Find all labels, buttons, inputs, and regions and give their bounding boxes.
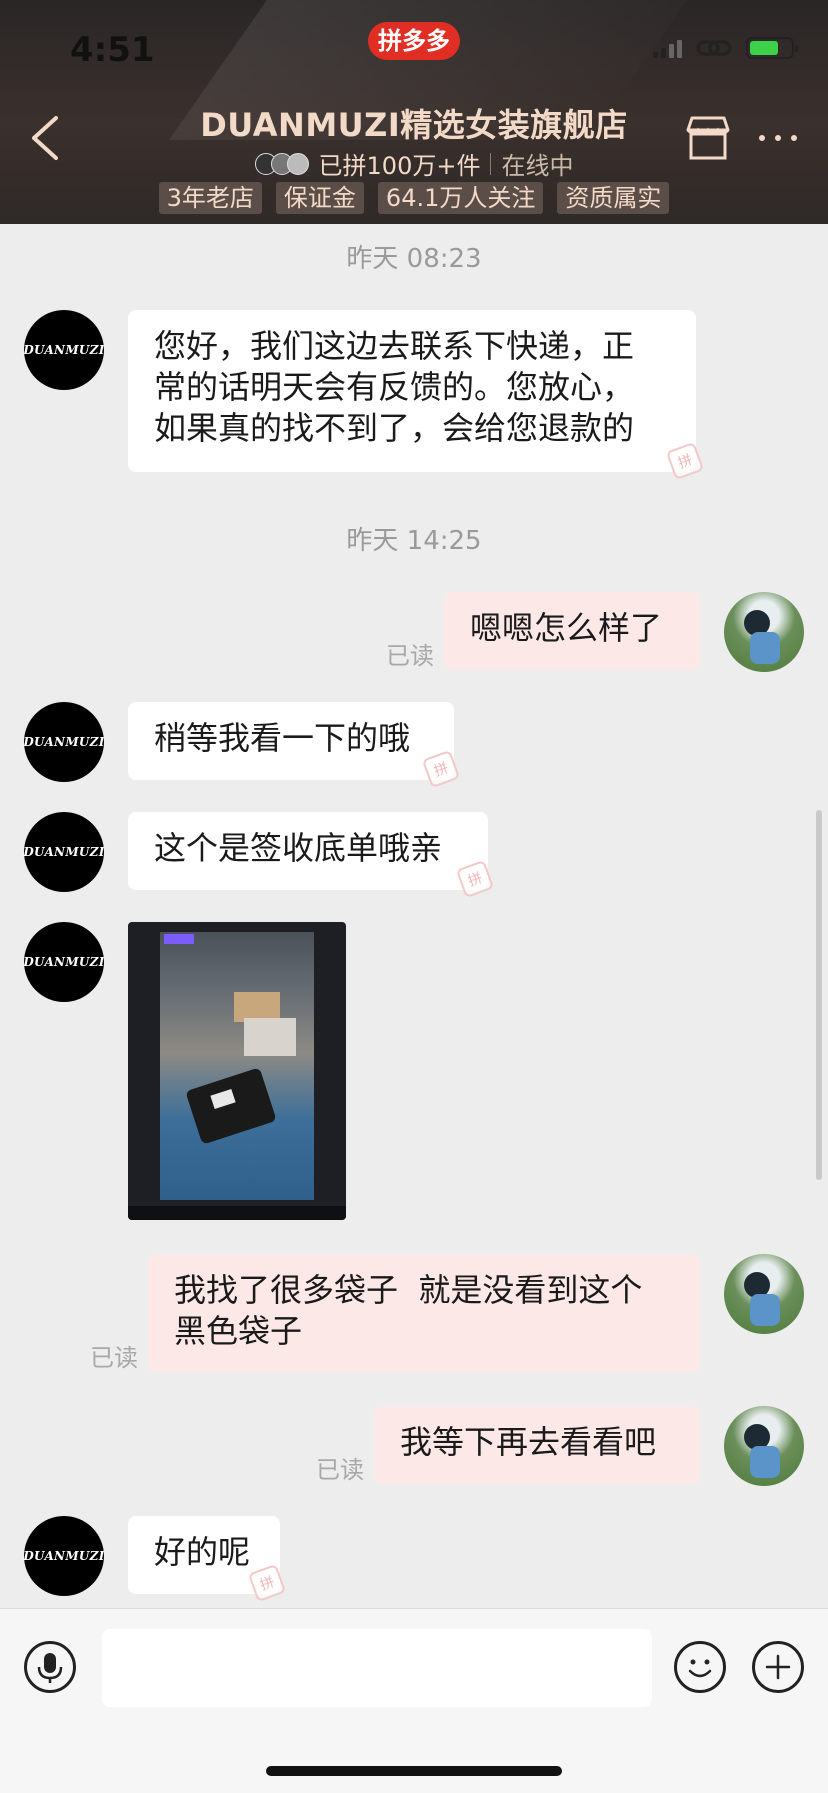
shop-avatar[interactable]: DUANMUZI [23, 922, 104, 1002]
message-bubble-shop: 您好，我们这边去联系下快递，正 常的话明天会有反馈的。您放心， 如果真的找不到了… [128, 310, 696, 472]
user-avatar[interactable] [724, 1406, 804, 1486]
buyer-avatars [254, 152, 309, 175]
tag-deposit: 保证金 [275, 182, 364, 214]
shop-avatar[interactable]: DUANMUZI [23, 1516, 104, 1596]
store-icon[interactable] [682, 112, 734, 164]
link-icon [696, 40, 732, 56]
message-bubble-shop: 这个是签收底单哦亲 [128, 812, 488, 890]
timestamp: 昨天 14:25 [346, 526, 482, 556]
shop-avatar[interactable]: DUANMUZI [23, 702, 104, 782]
message-bubble-shop: 稍等我看一下的哦 [128, 702, 454, 780]
online-status: 在线中 [501, 152, 574, 180]
home-indicator[interactable] [266, 1766, 562, 1776]
user-avatar[interactable] [724, 592, 804, 672]
user-avatar[interactable] [724, 1254, 804, 1334]
image-message[interactable] [128, 922, 346, 1220]
message-bubble-me: 嗯嗯怎么样了 [444, 592, 700, 670]
plus-icon[interactable] [752, 1641, 804, 1693]
message-input[interactable] [102, 1629, 652, 1707]
timestamp: 昨天 08:23 [346, 244, 482, 274]
tag-verified: 资质属实 [557, 182, 670, 214]
shop-tags: 3年老店 保证金 64.1万人关注 资质属实 [0, 182, 828, 214]
app-badge: 拼多多 [368, 22, 460, 60]
message-bubble-me: 我找了很多袋子 就是没看到这个 黑色袋子 [148, 1254, 700, 1372]
tag-followers: 64.1万人关注 [377, 182, 544, 214]
receipt-photo [160, 932, 314, 1200]
read-status: 已读 [316, 1456, 364, 1484]
tag-shop-age: 3年老店 [158, 182, 262, 214]
read-status: 已读 [90, 1344, 138, 1372]
shop-avatar[interactable]: DUANMUZI [23, 310, 104, 390]
emoji-icon[interactable] [674, 1641, 726, 1693]
microphone-icon[interactable] [24, 1641, 76, 1693]
divider [490, 152, 492, 175]
chat-area[interactable]: 昨天 08:23 DUANMUZI 您好，我们这边去联系下快递，正 常的话明天会… [0, 224, 828, 1608]
signal-icon [653, 38, 682, 58]
scrollbar[interactable] [816, 810, 822, 1180]
sold-count: 已拼100万+件 [318, 152, 481, 180]
message-bubble-me: 我等下再去看看吧 [374, 1406, 700, 1484]
chat-header: 4:51 拼多多 DUANMUZI精选女装旗舰店 已拼100万+件 在线中 3年… [0, 0, 828, 224]
status-icons [653, 36, 798, 60]
read-status: 已读 [386, 642, 434, 670]
more-dots-icon[interactable] [752, 112, 804, 164]
status-time: 4:51 [70, 30, 155, 70]
image-toolbar [128, 1206, 346, 1220]
shop-avatar[interactable]: DUANMUZI [23, 812, 104, 892]
battery-icon [746, 37, 798, 59]
